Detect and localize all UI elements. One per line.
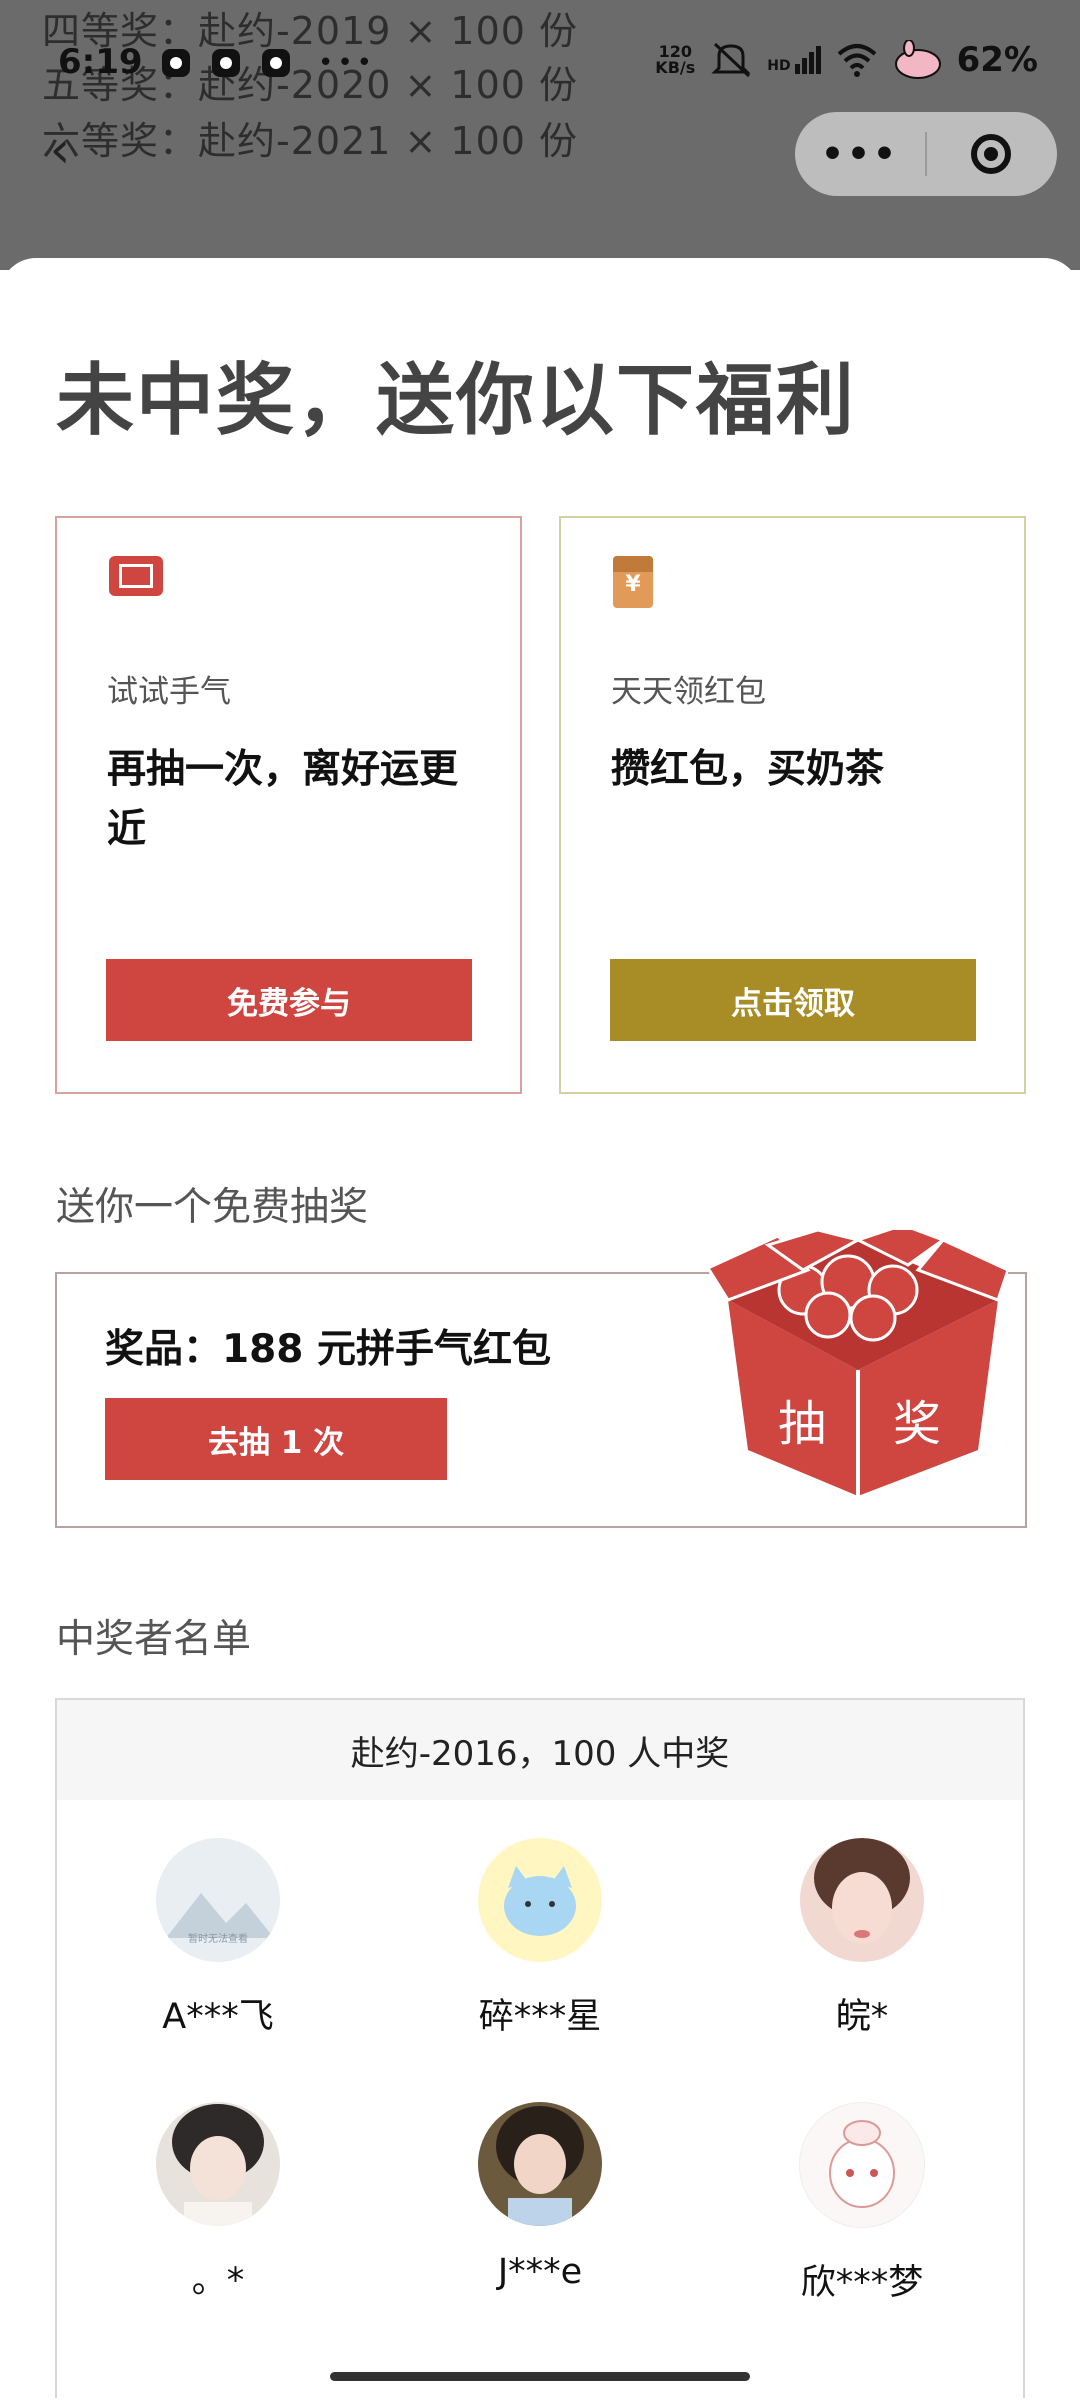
avatar: 暂时无法查看 — [156, 1838, 280, 1962]
svg-text:奖: 奖 — [893, 1396, 941, 1452]
winners-list: 赴约-2016，100 人中奖 暂时无法查看 A***飞 碎***星 皖* 。*… — [55, 1698, 1025, 2398]
winner-name: 欣***梦 — [800, 2263, 924, 2303]
signal-label: HD — [767, 58, 791, 74]
claim-button[interactable]: 点击领取 — [610, 959, 976, 1041]
svg-text:抽: 抽 — [778, 1396, 826, 1452]
wifi-icon — [837, 44, 876, 77]
wechat-notification-icon — [212, 49, 240, 77]
winner-item[interactable]: 暂时无法查看 A***飞 — [57, 1838, 379, 2039]
svg-text:暂时无法查看: 暂时无法查看 — [188, 1932, 248, 1945]
winner-name: 碎***星 — [478, 1997, 602, 2037]
mute-icon — [711, 42, 751, 78]
winners-section-title: 中奖者名单 — [56, 1617, 252, 1662]
page-title: 未中奖，送你以下福利 — [56, 355, 857, 446]
winner-item[interactable]: 碎***星 — [379, 1838, 701, 2039]
signal-icon: HD — [767, 46, 821, 74]
winner-name: J***e — [497, 2252, 583, 2292]
winner-name: 皖* — [835, 1997, 889, 2037]
free-join-button[interactable]: 免费参与 — [106, 959, 472, 1041]
background-prize-line-6: 六等奖：赴约-2021 × 100 份 — [42, 119, 579, 163]
winner-name: A***飞 — [162, 1997, 274, 2037]
go-draw-button[interactable]: 去抽 1 次 — [105, 1398, 447, 1480]
notification-icons: ••• — [162, 48, 376, 78]
battery-percent: 62% — [956, 40, 1038, 80]
avatar — [799, 2102, 925, 2228]
more-notifications-icon: ••• — [318, 48, 377, 78]
free-draw-section-title: 送你一个免费抽奖 — [56, 1185, 369, 1230]
close-mini-program-button[interactable] — [927, 134, 1055, 174]
more-menu-button[interactable]: ••• — [795, 134, 925, 175]
avatar — [478, 1838, 602, 1962]
app-notification-icon-2 — [262, 49, 290, 77]
card-title: 再抽一次，离好运更近 — [107, 747, 459, 852]
winners-header: 赴约-2016，100 人中奖 — [57, 1700, 1023, 1800]
try-again-card: 试试手气 再抽一次，离好运更近 免费参与 — [55, 516, 522, 1094]
winner-item[interactable]: J***e — [379, 2102, 701, 2292]
winner-item[interactable]: 皖* — [701, 1838, 1023, 2039]
net-speed: 120 KB/s — [655, 44, 695, 76]
avatar — [800, 1838, 924, 1962]
lottery-box-illustration: 抽 奖 — [708, 1230, 1008, 1496]
prize-text: 奖品：188 元拼手气红包 — [105, 1327, 551, 1372]
avatar — [156, 2102, 280, 2226]
avatar — [478, 2102, 602, 2226]
dimmed-background: 四等奖：赴约-2019 × 100 份 五等奖：赴约-2020 × 100 份 … — [0, 0, 1080, 270]
back-arrow-icon[interactable]: ‹ — [30, 120, 90, 180]
battery-icon — [894, 40, 941, 79]
card-title: 攒红包，买奶茶 — [611, 747, 885, 792]
card-subtitle: 试试手气 — [107, 674, 231, 710]
net-speed-unit: KB/s — [655, 58, 696, 77]
system-status: 120 KB/s HD 62% — [655, 40, 1038, 80]
mini-program-capsule: ••• — [795, 112, 1057, 196]
app-notification-icon — [162, 49, 190, 77]
red-envelope-icon: ¥ — [613, 556, 653, 608]
winner-item[interactable]: 。* — [57, 2102, 379, 2303]
red-packet-card: ¥ 天天领红包 攒红包，买奶茶 点击领取 — [559, 516, 1026, 1094]
result-sheet: 未中奖，送你以下福利 试试手气 再抽一次，离好运更近 免费参与 ¥ 天天领红包 … — [0, 258, 1080, 2400]
ticket-icon — [109, 556, 163, 596]
card-subtitle: 天天领红包 — [611, 674, 766, 710]
home-gesture-bar[interactable] — [330, 2372, 750, 2381]
target-icon — [971, 134, 1011, 174]
winner-name: 。* — [191, 2261, 245, 2301]
status-time: 6:19 — [58, 42, 143, 82]
winner-item[interactable]: 欣***梦 — [701, 2102, 1023, 2305]
